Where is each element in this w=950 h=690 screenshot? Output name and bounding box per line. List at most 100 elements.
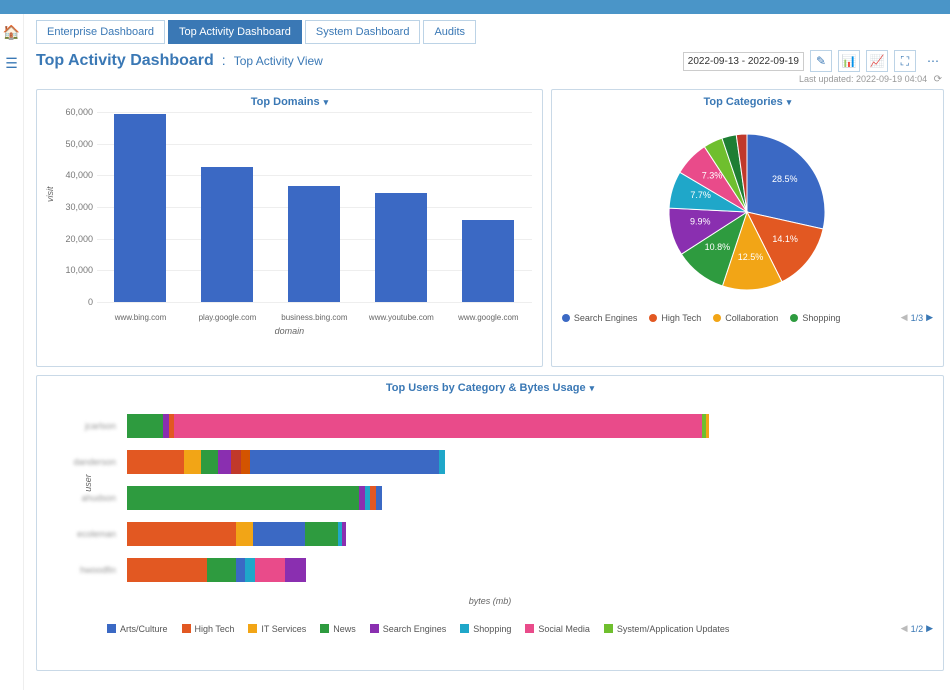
pager-prev-icon[interactable]: ◀	[901, 312, 908, 323]
segment[interactable]	[305, 522, 338, 546]
slice-label: 28.5%	[772, 174, 798, 184]
bar[interactable]	[201, 167, 253, 302]
legend-item[interactable]: Search Engines	[370, 624, 447, 634]
stacked-bar-chart-top-users: user jcarlsondandersonahudsonecolemanhwo…	[37, 398, 943, 638]
segment[interactable]	[241, 450, 250, 474]
panel-top-categories: Top Categories▾ 28.5%14.1%12.5%10.8%9.9%…	[551, 89, 944, 367]
y-tick: 20,000	[65, 234, 93, 244]
pie-chart-top-categories: 28.5%14.1%12.5%10.8%9.9%7.7%7.3%	[637, 112, 857, 312]
segment[interactable]	[342, 522, 346, 546]
legend-label: High Tech	[195, 624, 235, 634]
pager-prev-icon[interactable]: ◀	[901, 623, 908, 634]
segment[interactable]	[439, 450, 445, 474]
segment[interactable]	[174, 414, 702, 438]
legend-label: Search Engines	[383, 624, 447, 634]
x-tick: play.google.com	[187, 313, 267, 322]
segment[interactable]	[127, 522, 236, 546]
legend-swatch-icon	[525, 624, 534, 633]
toolbar: 2022-09-13 - 2022-09-19 ✎ 📊 📈 ⛶ ⋯	[683, 50, 944, 72]
y-tick: 30,000	[65, 202, 93, 212]
legend-item[interactable]: Arts/Culture	[107, 624, 168, 634]
legend-swatch-icon	[182, 624, 191, 633]
segment[interactable]	[236, 558, 245, 582]
segment[interactable]	[218, 450, 231, 474]
legend-item[interactable]: Collaboration	[713, 313, 778, 323]
legend-item[interactable]: Social Media	[525, 624, 590, 634]
top-band	[0, 0, 950, 14]
stacked-row[interactable]	[127, 522, 903, 546]
panel-title-users[interactable]: Top Users by Category & Bytes Usage▾	[386, 382, 594, 394]
chevron-down-icon[interactable]: ▾	[787, 97, 792, 107]
chevron-down-icon[interactable]: ▾	[324, 97, 329, 107]
x-tick: www.bing.com	[100, 313, 180, 322]
y-tick: 0	[88, 297, 93, 307]
bar[interactable]	[114, 114, 166, 302]
home-icon[interactable]: 🏠	[3, 24, 20, 41]
segment[interactable]	[250, 450, 439, 474]
stacked-legend: Arts/Culture High Tech IT Services News Sear…	[107, 623, 933, 634]
legend-item[interactable]: High Tech	[649, 313, 701, 323]
pager-next-icon[interactable]: ▶	[926, 623, 933, 634]
legend-item[interactable]: Search Engines	[562, 313, 638, 323]
y-tick: 50,000	[65, 139, 93, 149]
stacked-row[interactable]	[127, 558, 903, 582]
legend-item[interactable]: High Tech	[182, 624, 235, 634]
more-icon[interactable]: ⋯	[922, 50, 944, 72]
stacked-row[interactable]	[127, 450, 903, 474]
pager-next-icon[interactable]: ▶	[926, 312, 933, 323]
panel-title-categories[interactable]: Top Categories▾	[704, 96, 792, 108]
legend-item[interactable]: Shopping	[790, 313, 840, 323]
segment[interactable]	[127, 486, 359, 510]
segment[interactable]	[231, 450, 240, 474]
legend-item[interactable]: News	[320, 624, 356, 634]
date-range-picker[interactable]: 2022-09-13 - 2022-09-19	[683, 52, 804, 71]
refresh-icon[interactable]: ⟳	[934, 74, 942, 85]
edit-icon[interactable]: ✎	[810, 50, 832, 72]
legend-label: High Tech	[661, 313, 701, 323]
chevron-down-icon[interactable]: ▾	[590, 383, 595, 393]
segment[interactable]	[184, 450, 201, 474]
bar[interactable]	[288, 186, 340, 302]
stacked-row[interactable]	[127, 414, 903, 438]
user-label: ecoleman	[37, 529, 122, 539]
segment[interactable]	[245, 558, 254, 582]
y-tick: 60,000	[65, 107, 93, 117]
tab-enterprise[interactable]: Enterprise Dashboard	[36, 20, 165, 44]
panel-top-users: Top Users by Category & Bytes Usage▾ use…	[36, 375, 944, 671]
list-icon[interactable]: ☰	[5, 55, 18, 72]
stacked-row[interactable]	[127, 486, 903, 510]
segment[interactable]	[285, 558, 306, 582]
segment[interactable]	[127, 450, 184, 474]
legend-label: Social Media	[538, 624, 590, 634]
segment[interactable]	[376, 486, 382, 510]
tab-system[interactable]: System Dashboard	[305, 20, 421, 44]
title-bar: Top Activity Dashboard : Top Activity Vi…	[36, 50, 944, 72]
segment[interactable]	[706, 414, 709, 438]
title-separator: :	[222, 52, 226, 68]
segment[interactable]	[253, 522, 305, 546]
legend-label: Collaboration	[725, 313, 778, 323]
legend-item[interactable]: Shopping	[460, 624, 511, 634]
add-widget-icon[interactable]: 📈	[866, 50, 888, 72]
segment[interactable]	[127, 414, 163, 438]
tab-audits[interactable]: Audits	[423, 20, 476, 44]
bar[interactable]	[375, 193, 427, 302]
segment[interactable]	[201, 450, 218, 474]
panel-title-domains[interactable]: Top Domains▾	[251, 96, 328, 108]
segment[interactable]	[255, 558, 285, 582]
page-subtitle: Top Activity View	[234, 54, 323, 68]
slice-label: 12.5%	[738, 252, 764, 262]
maximize-icon[interactable]: ⛶	[894, 50, 916, 72]
y-tick: 10,000	[65, 265, 93, 275]
legend-item[interactable]: IT Services	[248, 624, 306, 634]
pager-text: 1/2	[911, 624, 924, 634]
segment[interactable]	[127, 558, 207, 582]
chart-config-icon[interactable]: 📊	[838, 50, 860, 72]
tab-top-activity[interactable]: Top Activity Dashboard	[168, 20, 302, 44]
legend-swatch-icon	[790, 314, 798, 322]
legend-item[interactable]: System/Application Updates	[604, 624, 730, 634]
slice-label: 10.8%	[705, 242, 731, 252]
bar[interactable]	[462, 220, 514, 302]
segment[interactable]	[236, 522, 253, 546]
segment[interactable]	[207, 558, 235, 582]
